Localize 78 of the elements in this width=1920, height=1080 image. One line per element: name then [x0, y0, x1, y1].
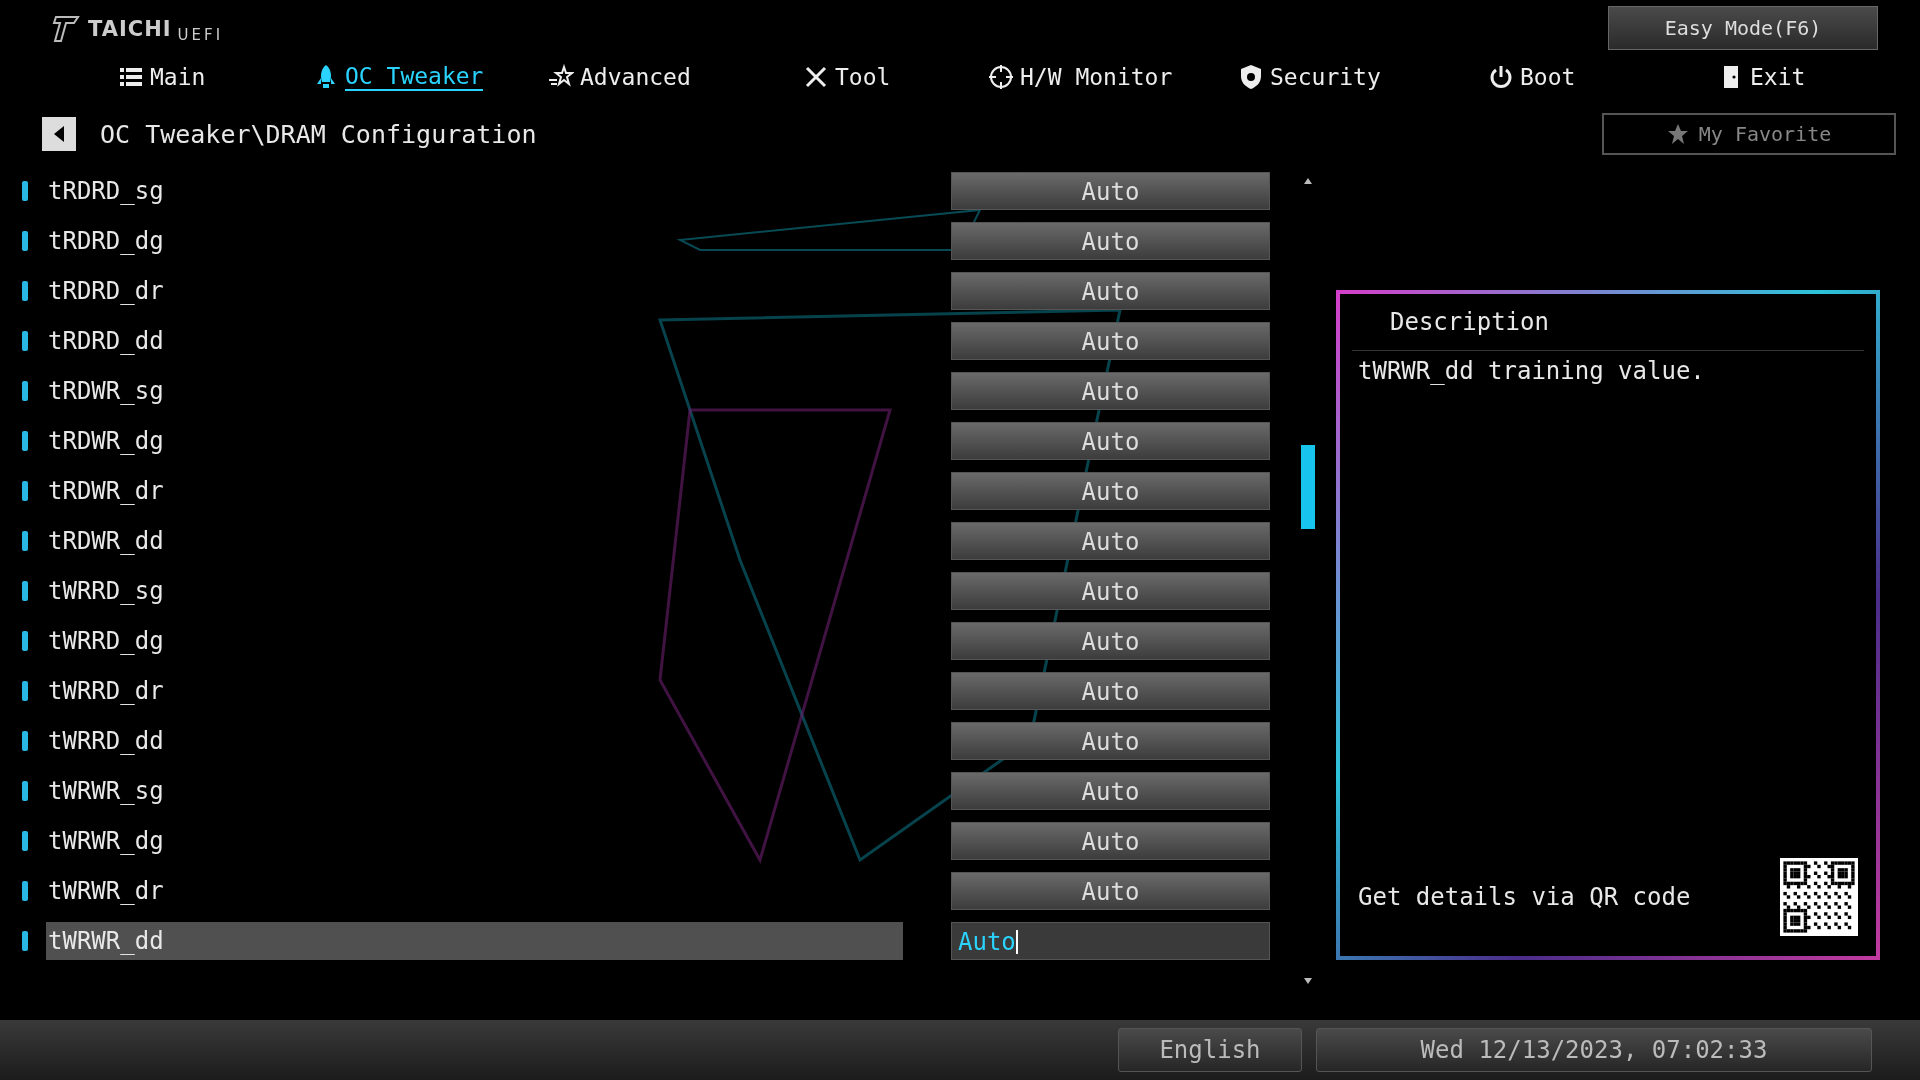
star-icon	[1666, 123, 1689, 145]
item-marker	[22, 381, 28, 401]
nav-tab[interactable]: Boot	[1488, 56, 1718, 98]
setting-label[interactable]: tWRRD_dr	[46, 672, 903, 710]
easy-mode-button[interactable]: Easy Mode(F6)	[1608, 6, 1878, 50]
item-marker	[22, 631, 28, 651]
setting-label[interactable]: tRDRD_sg	[46, 172, 903, 210]
item-marker	[22, 881, 28, 901]
setting-label[interactable]: tRDRD_dd	[46, 322, 903, 360]
value-field[interactable]: Auto	[951, 872, 1270, 910]
nav-tab[interactable]: Main	[118, 56, 313, 98]
value-field[interactable]: Auto	[951, 272, 1270, 310]
setting-label[interactable]: tWRRD_dd	[46, 722, 903, 760]
back-arrow-icon	[52, 124, 66, 144]
item-marker	[22, 831, 28, 851]
item-marker	[22, 331, 28, 351]
description-title: Description	[1389, 307, 1550, 338]
value-field[interactable]: Auto	[951, 822, 1270, 860]
item-marker	[22, 581, 28, 601]
value-field[interactable]: Auto	[951, 172, 1270, 210]
setting-label[interactable]: tWRWR_sg	[46, 772, 903, 810]
logo-icon	[52, 15, 82, 43]
setting-label[interactable]: tWRWR_dr	[46, 872, 903, 910]
item-marker	[22, 731, 28, 751]
setting-label[interactable]: tRDRD_dg	[46, 222, 903, 260]
description-text: tWRWR_dd training value.	[1358, 357, 1706, 385]
value-field[interactable]: Auto	[951, 422, 1270, 460]
logo-text: TAICHI	[88, 17, 172, 41]
value-field[interactable]: Auto	[951, 672, 1270, 710]
setting-label[interactable]: tRDRD_dr	[46, 272, 903, 310]
setting-label[interactable]: tRDWR_dg	[46, 422, 903, 460]
item-marker	[22, 481, 28, 501]
item-marker	[22, 781, 28, 801]
value-field[interactable]: Auto	[951, 322, 1270, 360]
favorite-button[interactable]: My Favorite	[1602, 113, 1896, 155]
nav-tab[interactable]: Security	[1238, 56, 1488, 98]
item-marker	[22, 531, 28, 551]
scroll-up-icon[interactable]	[1302, 176, 1314, 186]
scroll-thumb[interactable]	[1301, 445, 1315, 529]
qr-caption: Get details via QR code	[1358, 883, 1691, 911]
back-button[interactable]	[42, 117, 76, 151]
qr-code-icon	[1780, 858, 1858, 936]
value-field[interactable]: Auto	[951, 622, 1270, 660]
value-field[interactable]: Auto	[951, 722, 1270, 760]
nav-tab[interactable]: Exit	[1718, 56, 1806, 98]
value-field[interactable]: Auto	[951, 772, 1270, 810]
setting-label[interactable]: tWRWR_dd	[46, 922, 903, 960]
scroll-down-icon[interactable]	[1302, 976, 1314, 986]
item-marker	[22, 181, 28, 201]
item-marker	[22, 931, 28, 951]
favorite-label: My Favorite	[1698, 122, 1832, 146]
nav-tab[interactable]: H/W Monitor	[988, 56, 1238, 98]
shield-icon	[1238, 64, 1264, 90]
date-time: Wed 12/13/2023, 07:02:33	[1316, 1028, 1872, 1072]
value-field[interactable]: Auto	[951, 472, 1270, 510]
nav-tab[interactable]: OC Tweaker	[313, 56, 548, 98]
value-field[interactable]: Auto	[951, 922, 1270, 960]
logo-suffix: UEFI	[177, 26, 224, 44]
value-field[interactable]: Auto	[951, 522, 1270, 560]
setting-label[interactable]: tWRRD_dg	[46, 622, 903, 660]
item-marker	[22, 231, 28, 251]
gauge-icon	[988, 64, 1014, 90]
nav-tab[interactable]: Advanced	[548, 56, 803, 98]
value-field[interactable]: Auto	[951, 372, 1270, 410]
setting-label[interactable]: tRDWR_dd	[46, 522, 903, 560]
power-icon	[1488, 64, 1514, 90]
value-field[interactable]: Auto	[951, 222, 1270, 260]
item-marker	[22, 431, 28, 451]
value-field[interactable]: Auto	[951, 572, 1270, 610]
item-marker	[22, 681, 28, 701]
nav-tab[interactable]: Tool	[803, 56, 988, 98]
item-marker	[22, 281, 28, 301]
setting-label[interactable]: tRDWR_sg	[46, 372, 903, 410]
language-button[interactable]: English	[1118, 1028, 1302, 1072]
setting-label[interactable]: tWRRD_sg	[46, 572, 903, 610]
setting-label[interactable]: tRDWR_dr	[46, 472, 903, 510]
breadcrumb: OC Tweaker\DRAM Configuration	[100, 119, 537, 149]
setting-label[interactable]: tWRWR_dg	[46, 822, 903, 860]
